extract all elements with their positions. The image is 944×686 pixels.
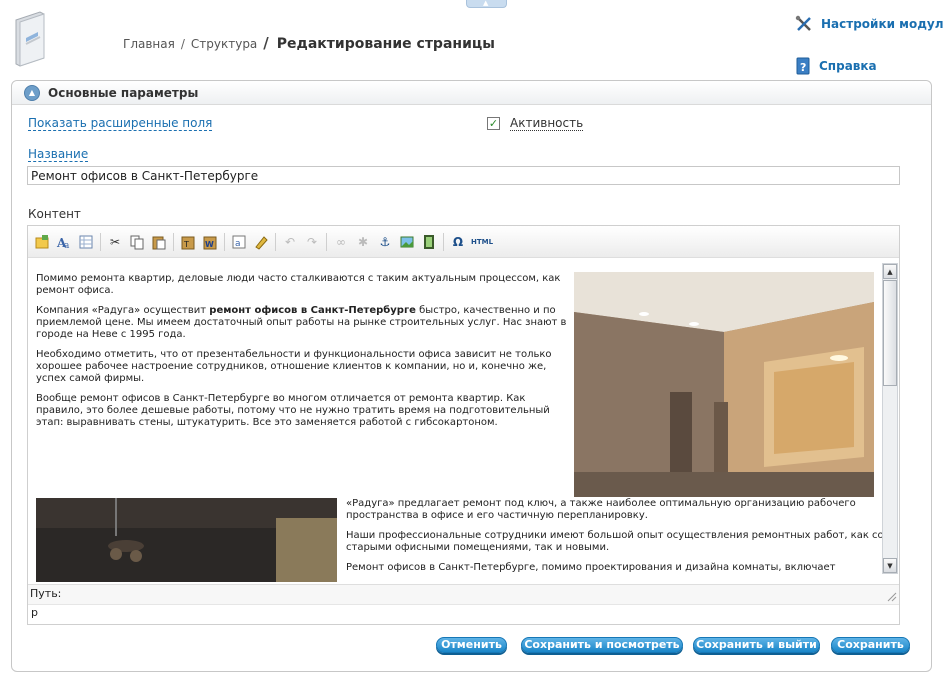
svg-text:a: a [64,241,70,250]
resize-grip-icon[interactable] [887,592,897,602]
breadcrumb-structure[interactable]: Структура [191,37,257,51]
collapse-header-tab[interactable]: ▲ [466,0,507,8]
scrollbar-thumb[interactable] [883,280,897,386]
content-label: Контент [28,207,81,221]
toolbar-separator [173,232,174,251]
panel-header[interactable]: ▲ Основные параметры [12,81,931,105]
toolbar-separator [224,232,225,251]
paste-word-icon[interactable]: W [200,232,220,252]
media-icon[interactable] [419,232,439,252]
clear-format-icon[interactable] [251,232,271,252]
toolbar-separator [326,232,327,251]
active-toggle[interactable]: ✓ Активность [487,116,584,131]
content-text-bottom: «Радуга» предлагает ремонт под ключ, а т… [346,498,886,582]
path-label: Путь: [30,587,62,600]
link-icon[interactable]: ∞ [331,232,351,252]
content-paragraph: Помимо ремонта квартир, деловые люди час… [36,273,561,296]
checkmark-icon: ✓ [488,117,499,130]
editor-path-value[interactable]: p [28,604,899,624]
toolbar-separator [100,232,101,251]
content-paragraph: Наши профессиональные сотрудники имеют б… [346,530,884,553]
svg-text:a: a [235,239,241,249]
anchor-icon[interactable]: ⚓ [375,232,395,252]
cut-icon[interactable]: ✂ [105,232,125,252]
wysiwyg-editor: Aa ✂ T W a ↶ ↷ ∞ ✱ ⚓ Ω HTML Помимо ремон… [27,225,900,625]
show-advanced-fields-link[interactable]: Показать расширенные поля [28,116,213,131]
scroll-up-icon[interactable]: ▲ [883,264,897,279]
form-actions: Отменить Сохранить и посмотреть Сохранит… [12,637,931,657]
svg-text:?: ? [800,61,806,74]
editor-content-area[interactable]: Помимо ремонта квартир, деловые люди час… [28,259,899,582]
editor-vertical-scrollbar[interactable]: ▲ ▼ [882,263,898,574]
tools-icon [795,15,811,31]
module-folder-icon [10,10,54,68]
table-icon[interactable] [76,232,96,252]
editor-path-bar: Путь: [28,584,899,604]
content-paragraph: Ремонт офисов в Санкт-Петербурге, помимо… [346,562,836,573]
toolbar-separator [443,232,444,251]
redo-icon[interactable]: ↷ [302,232,322,252]
company-paragraph: Компания «Радуга» осуществит ремонт офис… [36,305,567,340]
template-icon[interactable]: Aa [54,232,74,252]
paste-text-icon[interactable]: T [178,232,198,252]
svg-text:W: W [205,240,214,249]
module-settings-link[interactable]: Настройки модуля [795,14,944,34]
save-and-exit-button[interactable]: Сохранить и выйти [693,637,820,653]
cancel-button[interactable]: Отменить [436,637,507,653]
unlink-icon[interactable]: ✱ [353,232,373,252]
content-paragraph: Вообще ремонт офисов в Санкт-Петербурге … [36,393,550,428]
breadcrumb-separator: / [263,34,269,52]
breadcrumb: Главная / Структура / Редактирование страниц… [123,34,495,52]
breadcrumb-separator: / [180,37,185,51]
save-button[interactable]: Сохранить [831,637,910,653]
image-icon[interactable] [397,232,417,252]
copy-icon[interactable] [127,232,147,252]
help-label: Справка [819,59,877,73]
collapse-toggle-icon[interactable]: ▲ [24,84,40,101]
paste-icon[interactable] [149,232,169,252]
new-page-icon[interactable] [32,232,52,252]
special-char-icon[interactable]: Ω [448,232,468,252]
main-params-panel: ▲ Основные параметры Показать расширенны… [11,80,932,672]
office-ceiling-photo[interactable] [36,498,337,582]
find-replace-icon[interactable]: a [229,232,249,252]
undo-icon[interactable]: ↶ [280,232,300,252]
html-icon[interactable]: HTML [470,232,494,252]
content-text-top: Помимо ремонта квартир, деловые люди час… [36,273,572,437]
save-and-view-button[interactable]: Сохранить и посмотреть [521,637,683,653]
office-interior-photo[interactable] [574,272,874,497]
breadcrumb-home[interactable]: Главная [123,37,175,51]
panel-title: Основные параметры [48,85,199,100]
help-icon: ? [796,57,810,75]
chevron-up-icon: ▲ [483,0,489,7]
scroll-down-icon[interactable]: ▼ [883,558,897,573]
editor-toolbar: Aa ✂ T W a ↶ ↷ ∞ ✱ ⚓ Ω HTML [28,226,899,258]
toolbar-separator [275,232,276,251]
help-link[interactable]: ? Справка [795,56,944,76]
name-label[interactable]: Название [28,147,89,162]
active-checkbox[interactable]: ✓ [487,117,500,130]
svg-text:T: T [183,240,189,249]
content-paragraph: Необходимо отметить, что от презентабель… [36,349,552,384]
active-label: Активность [510,116,584,131]
content-paragraph: «Радуга» предлагает ремонт под ключ, а т… [346,498,856,521]
name-input[interactable] [27,166,900,185]
page-title: Редактирование страницы [276,36,495,52]
module-settings-label: Настройки модуля [821,17,944,31]
